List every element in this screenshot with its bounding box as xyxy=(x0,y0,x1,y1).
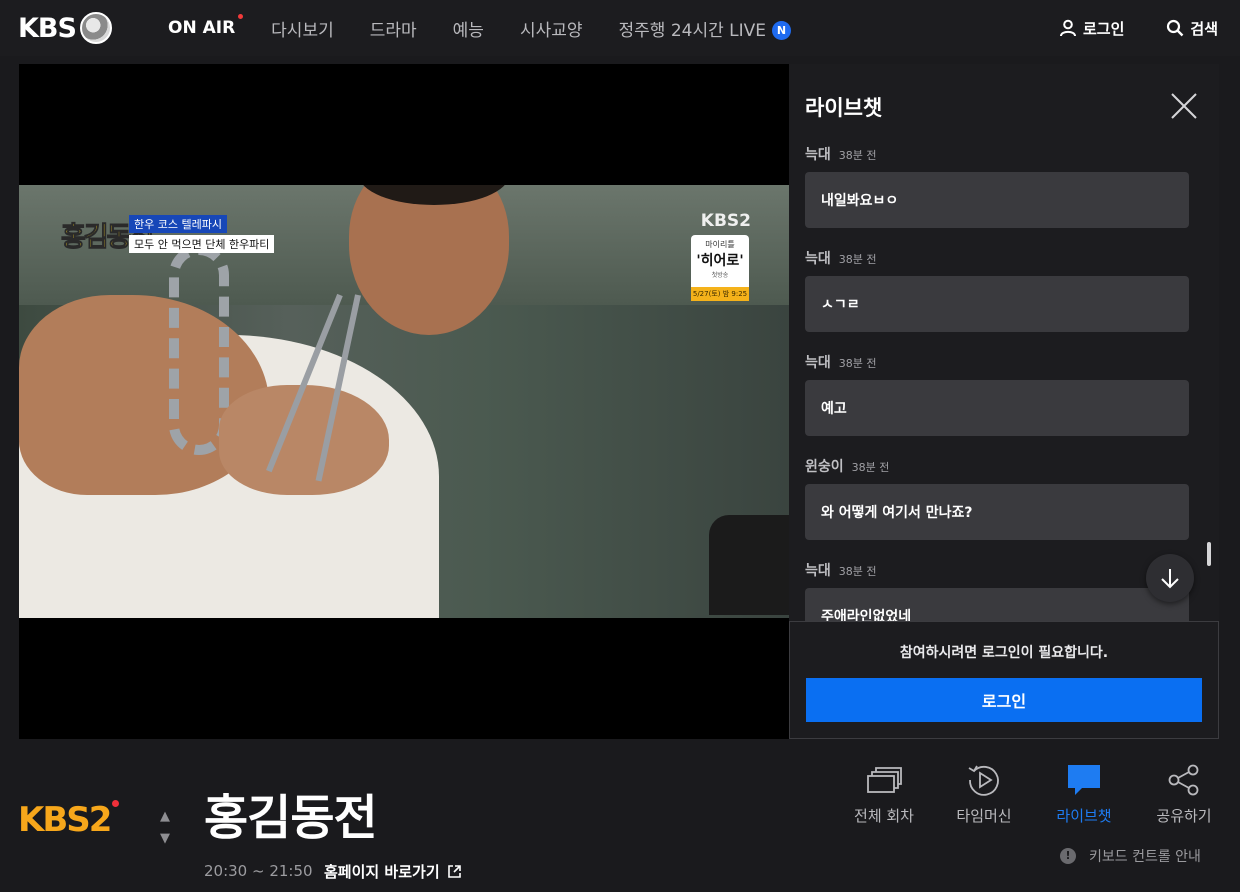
nav-item-24h-live[interactable]: 정주행 24시간 LIVE N xyxy=(618,16,791,41)
channel-switcher: ▲ ▼ xyxy=(160,806,170,850)
video-player[interactable]: 홍김동전 한우 코스 텔레파시 모두 안 먹으면 단체 한우파티 KBS2 마이… xyxy=(19,64,789,739)
program-time: 20:30 ~ 21:50 xyxy=(204,862,313,880)
live-dot-icon xyxy=(112,799,120,807)
external-link-icon xyxy=(447,865,461,878)
share-icon xyxy=(1168,764,1199,796)
live-chat-panel: 라이브챗 늑대 38분 전 내일봐요ㅂㅇ 늑대 38분 전 ㅅㄱㄹ 늑대 38분 전 … xyxy=(789,64,1219,739)
video-frame[interactable]: 홍김동전 한우 코스 텔레파시 모두 안 먹으면 단체 한우파티 KBS2 마이… xyxy=(19,185,789,618)
login-label: 로그인 xyxy=(1082,19,1125,38)
player-action-bar: 전체 회차 타임머신 라이브챗 공유하기 xyxy=(834,758,1234,826)
chat-timestamp: 38분 전 xyxy=(838,253,877,266)
chat-title: 라이브챗 xyxy=(805,96,883,120)
live-dot-icon xyxy=(238,14,244,19)
info-icon: ! xyxy=(1060,848,1076,864)
action-label: 전체 회차 xyxy=(854,807,914,825)
nav-item-label: ON AIR xyxy=(168,18,236,38)
chat-timestamp: 38분 전 xyxy=(851,461,890,474)
promo-line-1: 마이리틀 xyxy=(705,240,735,249)
search-label: 검색 xyxy=(1190,19,1218,38)
nav-item-label: 다시보기 xyxy=(271,20,334,41)
share-button[interactable]: 공유하기 xyxy=(1134,758,1234,826)
nav-item-current-affairs[interactable]: 시사교양 xyxy=(520,16,583,41)
nav-item-label: 정주행 24시간 LIVE xyxy=(618,20,767,41)
time-machine-button[interactable]: 타임머신 xyxy=(934,758,1034,826)
video-hand xyxy=(219,385,389,495)
chat-message: 늑대 38분 전 ㅅㄱㄹ xyxy=(805,248,1189,332)
chat-message: 늑대 38분 전 주애라인없었네 xyxy=(805,560,1189,622)
kbs-logo-text: KBS xyxy=(18,12,77,44)
caption-overlay: 한우 코스 텔레파시 모두 안 먹으면 단체 한우파티 xyxy=(129,213,275,253)
promo-line-2: '히어로' xyxy=(696,253,744,269)
search-icon xyxy=(1167,19,1184,37)
header-search-button[interactable]: 검색 xyxy=(1166,18,1218,39)
chat-scrollbar[interactable] xyxy=(1207,144,1211,624)
nav-item-drama[interactable]: 드라마 xyxy=(370,16,417,41)
keyboard-guide-link[interactable]: ! 키보드 컨트롤 안내 xyxy=(1060,846,1201,866)
homepage-link[interactable]: 홈페이지 바로가기 xyxy=(324,861,461,882)
chat-timestamp: 38분 전 xyxy=(838,565,877,578)
arrow-down-icon xyxy=(1161,569,1179,589)
channel-down-icon[interactable]: ▼ xyxy=(160,828,170,850)
login-required-message: 참여하시려면 로그인이 필요합니다. xyxy=(899,645,1109,661)
video-pot xyxy=(709,515,789,615)
chat-bubble: ㅅㄱㄹ xyxy=(805,276,1189,332)
user-icon xyxy=(1059,19,1076,37)
chat-login-button[interactable]: 로그인 xyxy=(806,678,1202,722)
nav-item-label: 예능 xyxy=(452,20,484,41)
keyboard-guide-label: 키보드 컨트롤 안내 xyxy=(1089,849,1201,865)
program-title: 홍김동전 xyxy=(204,790,378,846)
promo-line-3: 첫방송 xyxy=(711,272,729,279)
chat-bubble: 주애라인없었네 xyxy=(805,588,1189,622)
close-icon[interactable] xyxy=(1171,93,1197,119)
header-login-button[interactable]: 로그인 xyxy=(1059,18,1124,39)
nav-item-entertainment[interactable]: 예능 xyxy=(453,16,484,41)
caption-line-1: 한우 코스 텔레파시 xyxy=(129,215,227,233)
chat-nickname[interactable]: 늑대 xyxy=(805,352,831,372)
chat-timestamp: 38분 전 xyxy=(838,357,877,370)
kbs-logo[interactable]: KBS xyxy=(18,10,112,46)
promo-card: 마이리틀 '히어로' 첫방송 5/27(토) 밤 9:25 xyxy=(691,235,749,301)
chat-nickname[interactable]: 윈숭이 xyxy=(805,456,844,476)
chat-bubble: 내일봐요ㅂㅇ xyxy=(805,172,1189,228)
chat-bubble: 와 어떻게 여기서 만나죠? xyxy=(805,484,1189,540)
live-chat-button[interactable]: 라이브챗 xyxy=(1034,758,1134,826)
nav-item-label: 드라마 xyxy=(369,20,417,41)
chat-scrollbar-thumb[interactable] xyxy=(1207,542,1211,566)
action-label: 타임머신 xyxy=(956,807,1012,825)
chat-message: 늑대 38분 전 예고 xyxy=(805,352,1189,436)
chat-nickname[interactable]: 늑대 xyxy=(805,144,831,164)
channel-logo-text: KBS2 xyxy=(18,800,112,840)
chat-message: 윈숭이 38분 전 와 어떻게 여기서 만나죠? xyxy=(805,456,1189,540)
kbs-globe-icon xyxy=(79,12,112,44)
new-badge: N xyxy=(772,20,791,40)
action-label: 공유하기 xyxy=(1156,807,1212,825)
chat-icon xyxy=(1068,765,1100,795)
nav-item-label: 시사교양 xyxy=(519,20,583,41)
top-navigation-bar: KBS ON AIR 다시보기 드라마 예능 시사교양 정주행 24시간 LIV… xyxy=(0,0,1240,56)
chat-login-prompt: 참여하시려면 로그인이 필요합니다. 로그인 xyxy=(789,621,1219,739)
main-nav: ON AIR 다시보기 드라마 예능 시사교양 정주행 24시간 LIVE N xyxy=(168,0,827,56)
chat-message: 늑대 38분 전 내일봐요ㅂㅇ xyxy=(805,144,1189,228)
chat-timestamp: 38분 전 xyxy=(838,149,877,162)
caption-line-2: 모두 안 먹으면 단체 한우파티 xyxy=(129,235,275,253)
chat-nickname[interactable]: 늑대 xyxy=(805,560,831,580)
homepage-link-label: 홈페이지 바로가기 xyxy=(324,863,440,881)
nav-item-replay[interactable]: 다시보기 xyxy=(271,16,334,41)
episodes-icon xyxy=(867,767,902,793)
action-label: 라이브챗 xyxy=(1056,807,1112,825)
all-episodes-button[interactable]: 전체 회차 xyxy=(834,758,934,826)
video-person-head xyxy=(349,185,509,335)
scroll-to-bottom-button[interactable] xyxy=(1146,554,1194,602)
header-actions: 로그인 검색 xyxy=(1017,0,1218,56)
chat-message-list[interactable]: 늑대 38분 전 내일봐요ㅂㅇ 늑대 38분 전 ㅅㄱㄹ 늑대 38분 전 예고 윈숭… xyxy=(805,144,1189,622)
promo-date: 5/27(토) 밤 9:25 xyxy=(691,287,749,301)
channel-bug: KBS2 xyxy=(700,211,751,231)
channel-logo: KBS2 xyxy=(18,799,120,840)
channel-up-icon[interactable]: ▲ xyxy=(160,806,170,828)
chat-bubble: 예고 xyxy=(805,380,1189,436)
nav-item-on-air[interactable]: ON AIR xyxy=(168,14,244,38)
chat-nickname[interactable]: 늑대 xyxy=(805,248,831,268)
timemachine-icon xyxy=(968,765,999,796)
